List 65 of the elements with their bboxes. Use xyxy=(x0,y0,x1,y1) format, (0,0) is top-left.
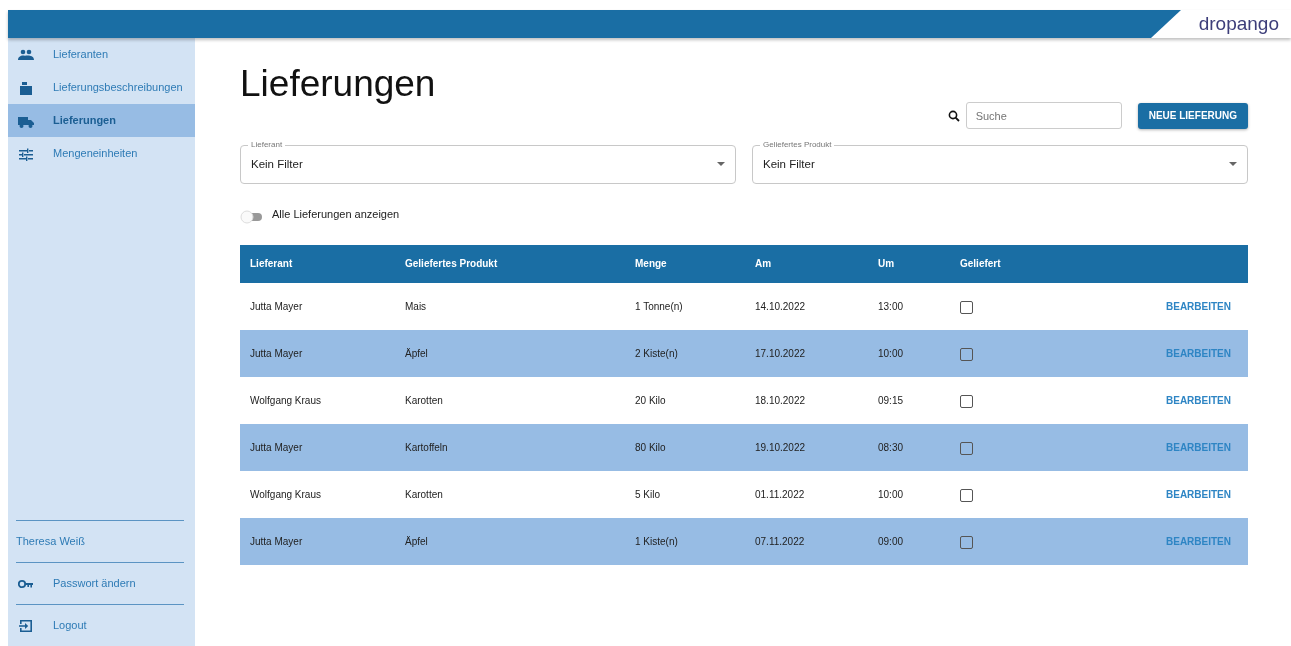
table-cell: 19.10.2022 xyxy=(745,423,868,471)
column-header: Lieferant xyxy=(240,244,395,283)
table-cell: Karotten xyxy=(395,470,625,518)
table-cell: 13:00 xyxy=(868,282,950,330)
new-delivery-button[interactable]: NEUE LIEFERUNG xyxy=(1137,102,1248,129)
table-cell: Jutta Mayer xyxy=(240,517,395,565)
table-cell: 18.10.2022 xyxy=(745,376,868,424)
table-cell: 10:00 xyxy=(868,329,950,377)
column-header: Menge xyxy=(625,244,745,283)
table-cell: Wolfgang Kraus xyxy=(240,376,395,424)
checkbox[interactable] xyxy=(960,535,973,549)
search-field[interactable]: Suche xyxy=(965,102,1122,130)
table-cell: Äpfel xyxy=(395,517,625,565)
table-cell: 20 Kilo xyxy=(625,376,745,424)
edit-button[interactable]: BEARBEITEN xyxy=(1166,298,1231,314)
table-cell: Jutta Mayer xyxy=(240,329,395,377)
sidebar-item[interactable]: Lieferungsbeschreibungen xyxy=(8,71,195,104)
table-cell: Äpfel xyxy=(395,329,625,377)
table-cell: 5 Kilo xyxy=(625,470,745,518)
people-icon xyxy=(18,47,34,62)
checkbox[interactable] xyxy=(960,394,973,408)
logout-icon xyxy=(18,618,34,633)
table-cell: 2 Kiste(n) xyxy=(625,329,745,377)
table-cell: 09:00 xyxy=(868,517,950,565)
checkbox[interactable] xyxy=(960,488,973,502)
checkbox[interactable] xyxy=(960,347,973,361)
caret-icon xyxy=(717,162,725,168)
table-cell: Karotten xyxy=(395,376,625,424)
table-cell: Jutta Mayer xyxy=(240,423,395,471)
checkbox[interactable] xyxy=(960,441,973,455)
page-title: Lieferungen xyxy=(240,62,437,106)
column-header: Geliefert xyxy=(950,244,1145,283)
sidebar-item[interactable]: Lieferanten xyxy=(8,38,195,71)
table-cell: 08:30 xyxy=(868,423,950,471)
table-cell: 1 Kiste(n) xyxy=(625,517,745,565)
checkbox[interactable] xyxy=(960,300,973,314)
sidebar-item[interactable]: Passwort ändern xyxy=(8,563,195,604)
edit-button[interactable]: BEARBEITEN xyxy=(1166,392,1231,408)
sidebar-item[interactable]: Mengeneinheiten xyxy=(8,137,195,170)
column-header: Am xyxy=(745,244,868,283)
sidebar-item[interactable]: Lieferungen xyxy=(8,104,195,137)
table-cell: 07.11.2022 xyxy=(745,517,868,565)
column-header: Um xyxy=(868,244,950,283)
user-name: Theresa Weiß xyxy=(16,534,85,550)
box-icon xyxy=(18,80,34,95)
edit-button[interactable]: BEARBEITEN xyxy=(1166,486,1231,502)
table-cell: 10:00 xyxy=(868,470,950,518)
column-header: Geliefertes Produkt xyxy=(395,244,625,283)
toggle-label: Alle Lieferungen anzeigen xyxy=(272,207,400,223)
table-cell: Wolfgang Kraus xyxy=(240,470,395,518)
logo: dropango xyxy=(1198,11,1279,36)
sidebar-item[interactable]: Logout xyxy=(8,605,195,646)
table-cell: 1 Tonne(n) xyxy=(625,282,745,330)
table-cell: Mais xyxy=(395,282,625,330)
search-icon xyxy=(947,109,960,122)
table-cell: 17.10.2022 xyxy=(745,329,868,377)
sliders-icon xyxy=(18,146,34,161)
table-cell: Kartoffeln xyxy=(395,423,625,471)
table-cell: Jutta Mayer xyxy=(240,282,395,330)
table-cell: 01.11.2022 xyxy=(745,470,868,518)
caret-icon xyxy=(1229,162,1237,168)
toggle-switch[interactable] xyxy=(240,207,264,222)
table-cell: 14.10.2022 xyxy=(745,282,868,330)
table-cell: 80 Kilo xyxy=(625,423,745,471)
table-cell: 09:15 xyxy=(868,376,950,424)
